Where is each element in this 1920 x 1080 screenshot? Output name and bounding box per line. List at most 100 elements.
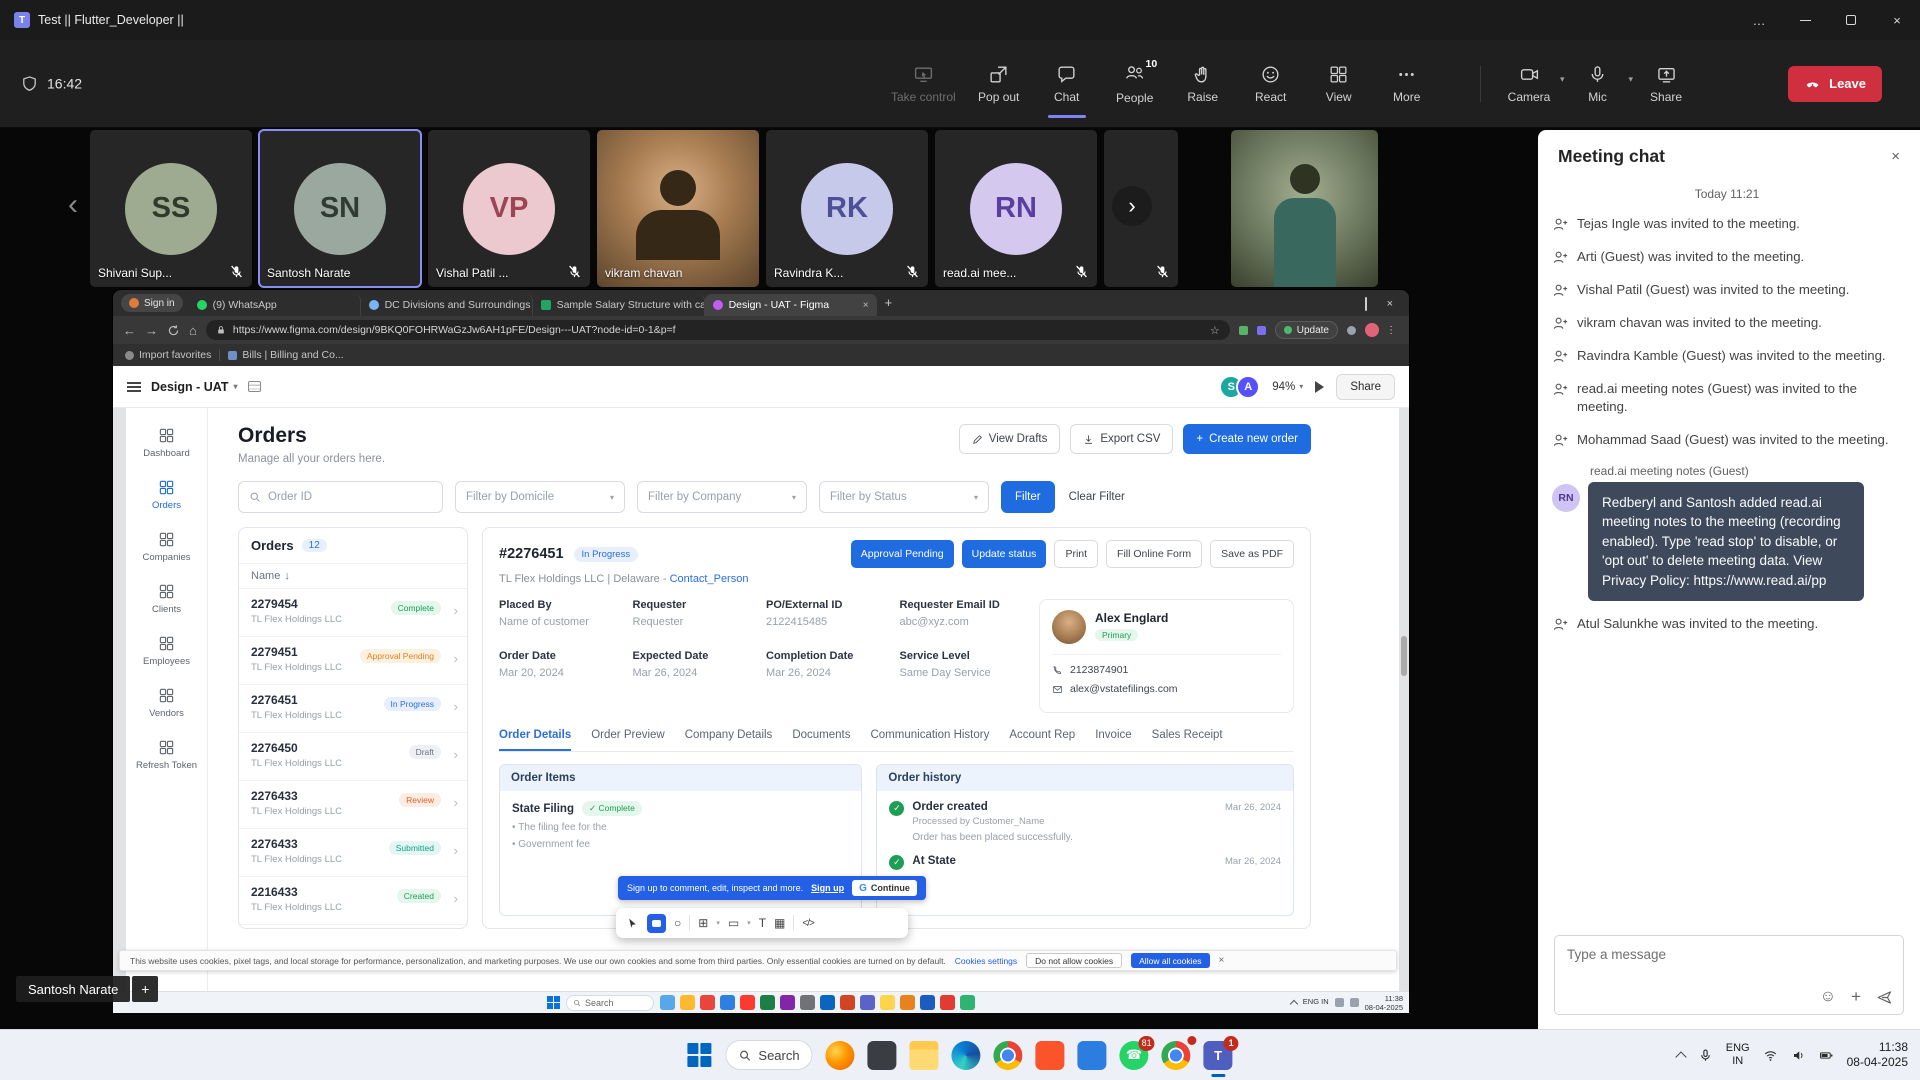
participant-tile[interactable]: VP Vishal Patil ... bbox=[428, 130, 590, 287]
mic-tray-icon[interactable] bbox=[1698, 1048, 1713, 1063]
url-bar[interactable]: https://www.figma.com/design/9BKQ0FOHRWa… bbox=[206, 320, 1230, 340]
sidebar-item[interactable]: Refresh Token bbox=[126, 730, 207, 780]
participant-tile[interactable]: RK Ravindra K... bbox=[766, 130, 928, 287]
start-icon[interactable] bbox=[547, 996, 560, 1009]
browser-update-button[interactable]: Update bbox=[1275, 321, 1338, 339]
react-button[interactable]: React bbox=[1240, 64, 1302, 104]
order-row[interactable]: 2279451 TL Flex Holdings LLC Approval Pe… bbox=[239, 637, 467, 685]
extensions-puzzle-icon[interactable] bbox=[1347, 326, 1356, 335]
browser-close-icon[interactable]: × bbox=[1387, 298, 1393, 310]
participant-tile-photo[interactable] bbox=[1231, 130, 1378, 287]
language-indicator[interactable]: ENGIN bbox=[1726, 1042, 1750, 1067]
wifi-icon[interactable] bbox=[1335, 998, 1344, 1007]
strip-scroll-left-icon[interactable]: ‹ bbox=[68, 188, 78, 222]
camera-button[interactable]: Camera bbox=[1498, 64, 1560, 104]
google-continue-button[interactable]: G Continue bbox=[852, 880, 917, 896]
clock[interactable]: 11:3808-04-2025 bbox=[1847, 1040, 1908, 1070]
view-drafts-button[interactable]: View Drafts bbox=[959, 424, 1061, 454]
shared-app-icon[interactable] bbox=[900, 995, 915, 1010]
participant-tile[interactable]: vikram chavan bbox=[597, 130, 759, 287]
shared-language-indicator[interactable]: ENG IN bbox=[1303, 998, 1329, 1006]
shape-tool-icon[interactable]: ▭ bbox=[728, 916, 739, 930]
filter-company-dropdown[interactable]: Filter by Company▾ bbox=[637, 481, 807, 513]
sidebar-item[interactable]: Employees bbox=[126, 626, 207, 676]
share-button[interactable]: Share bbox=[1635, 64, 1697, 104]
leave-button[interactable]: Leave bbox=[1788, 66, 1882, 102]
volume-icon[interactable] bbox=[1791, 1048, 1806, 1063]
table-tool-icon[interactable]: ▦ bbox=[774, 916, 785, 930]
close-icon[interactable]: × bbox=[1891, 148, 1900, 165]
contact-email[interactable]: alex@vstatefilings.com bbox=[1052, 683, 1281, 695]
contact-person-link[interactable]: Contact_Person bbox=[670, 573, 749, 585]
browser-tab[interactable]: Sample Salary Structure with calc × bbox=[533, 294, 705, 316]
order-row[interactable]: 2276433 TL Flex Holdings LLC Review › bbox=[239, 781, 467, 829]
attach-icon[interactable]: + bbox=[1851, 987, 1861, 1007]
message-input[interactable]: Type a message ☺ + bbox=[1554, 935, 1904, 1015]
chrome-icon[interactable] bbox=[994, 1041, 1023, 1070]
clear-filter-button[interactable]: Clear Filter bbox=[1069, 491, 1125, 503]
home-icon[interactable]: ⌂ bbox=[189, 324, 197, 337]
order-action-button[interactable]: Save as PDF bbox=[1210, 540, 1294, 568]
sidebar-item[interactable]: Dashboard bbox=[126, 418, 207, 468]
sidebar-item[interactable]: Clients bbox=[126, 574, 207, 624]
edge-icon[interactable] bbox=[952, 1041, 981, 1070]
shared-app-icon[interactable] bbox=[700, 995, 715, 1010]
emoji-icon[interactable]: ☺ bbox=[1820, 988, 1836, 1006]
zoom-level-dropdown[interactable]: 94%▾ bbox=[1272, 381, 1303, 393]
browser-profile-avatar[interactable] bbox=[1365, 323, 1379, 337]
wifi-icon[interactable] bbox=[1763, 1048, 1778, 1063]
maximize-icon[interactable] bbox=[1828, 0, 1874, 40]
cookies-settings-link[interactable]: Cookies settings bbox=[955, 956, 1017, 966]
browser-menu-icon[interactable]: … bbox=[1388, 325, 1400, 336]
minimize-icon[interactable] bbox=[1782, 0, 1828, 40]
text-tool-icon[interactable]: T bbox=[759, 916, 766, 930]
canvas-scrollbar[interactable] bbox=[1401, 636, 1407, 676]
close-icon[interactable]: × bbox=[1219, 955, 1225, 966]
detail-tab[interactable]: Communication History bbox=[870, 729, 989, 751]
allow-cookies-button[interactable]: Allow all cookies bbox=[1131, 953, 1209, 968]
tab-close-icon[interactable]: × bbox=[863, 300, 869, 311]
filter-button[interactable]: Filter bbox=[1001, 481, 1055, 513]
sign-up-link[interactable]: Sign up bbox=[811, 883, 844, 893]
window-more-icon[interactable]: … bbox=[1736, 0, 1782, 40]
sidebar-item[interactable]: Orders bbox=[126, 470, 207, 520]
sort-down-icon[interactable]: ↓ bbox=[284, 570, 290, 582]
detail-tab[interactable]: Order Details bbox=[499, 729, 571, 751]
shared-app-icon[interactable] bbox=[800, 995, 815, 1010]
firefox-icon[interactable] bbox=[826, 1041, 855, 1070]
browser-tab[interactable]: Design - UAT - Figma × bbox=[705, 294, 877, 316]
mic-button[interactable]: Mic bbox=[1567, 64, 1629, 104]
shared-app-icon[interactable] bbox=[720, 995, 735, 1010]
name-column-header[interactable]: Name bbox=[251, 570, 280, 582]
browser-maximize-icon[interactable] bbox=[1365, 298, 1367, 310]
detail-tab[interactable]: Sales Receipt bbox=[1152, 729, 1223, 751]
shared-app-icon[interactable] bbox=[760, 995, 775, 1010]
sidebar-item[interactable]: Companies bbox=[126, 522, 207, 572]
hidden-icons-chevron-icon[interactable] bbox=[1290, 999, 1298, 1007]
dark-app-icon[interactable] bbox=[868, 1041, 897, 1070]
order-row[interactable]: 2276433 TL Flex Holdings LLC Submitted › bbox=[239, 829, 467, 877]
order-row[interactable]: 2216433 TL Flex Holdings LLC Created › bbox=[239, 877, 467, 925]
contact-phone[interactable]: 2123874901 bbox=[1052, 664, 1281, 676]
cursor-tool-icon[interactable] bbox=[626, 917, 639, 930]
filter-domicile-dropdown[interactable]: Filter by Domicile▾ bbox=[455, 481, 625, 513]
strip-scroll-right-icon[interactable]: › bbox=[1112, 186, 1152, 226]
order-action-button[interactable]: Approval Pending bbox=[851, 540, 954, 568]
send-icon[interactable] bbox=[1876, 989, 1893, 1006]
participant-tile[interactable]: SN Santosh Narate bbox=[259, 130, 421, 287]
forward-icon[interactable]: → bbox=[145, 324, 158, 337]
new-tab-icon[interactable]: + bbox=[885, 295, 893, 310]
chat-message-list[interactable]: Today 11:21 Tejas Ingle was invited to t… bbox=[1538, 177, 1920, 935]
detail-tab[interactable]: Invoice bbox=[1095, 729, 1131, 751]
comment-tool-icon[interactable] bbox=[647, 914, 666, 933]
order-action-button[interactable]: Update status bbox=[962, 540, 1047, 568]
shared-app-icon[interactable] bbox=[660, 995, 675, 1010]
code-tool-icon[interactable]: </> bbox=[802, 918, 813, 929]
shared-app-icon[interactable] bbox=[960, 995, 975, 1010]
refresh-icon[interactable] bbox=[167, 324, 180, 337]
teams-icon[interactable]: T1 bbox=[1204, 1041, 1233, 1070]
view-button[interactable]: View bbox=[1308, 64, 1370, 104]
prototype-play-icon[interactable] bbox=[1315, 381, 1324, 393]
browser-signin-chip[interactable]: Sign in bbox=[121, 294, 183, 312]
create-new-order-button[interactable]: + Create new order bbox=[1183, 424, 1311, 454]
